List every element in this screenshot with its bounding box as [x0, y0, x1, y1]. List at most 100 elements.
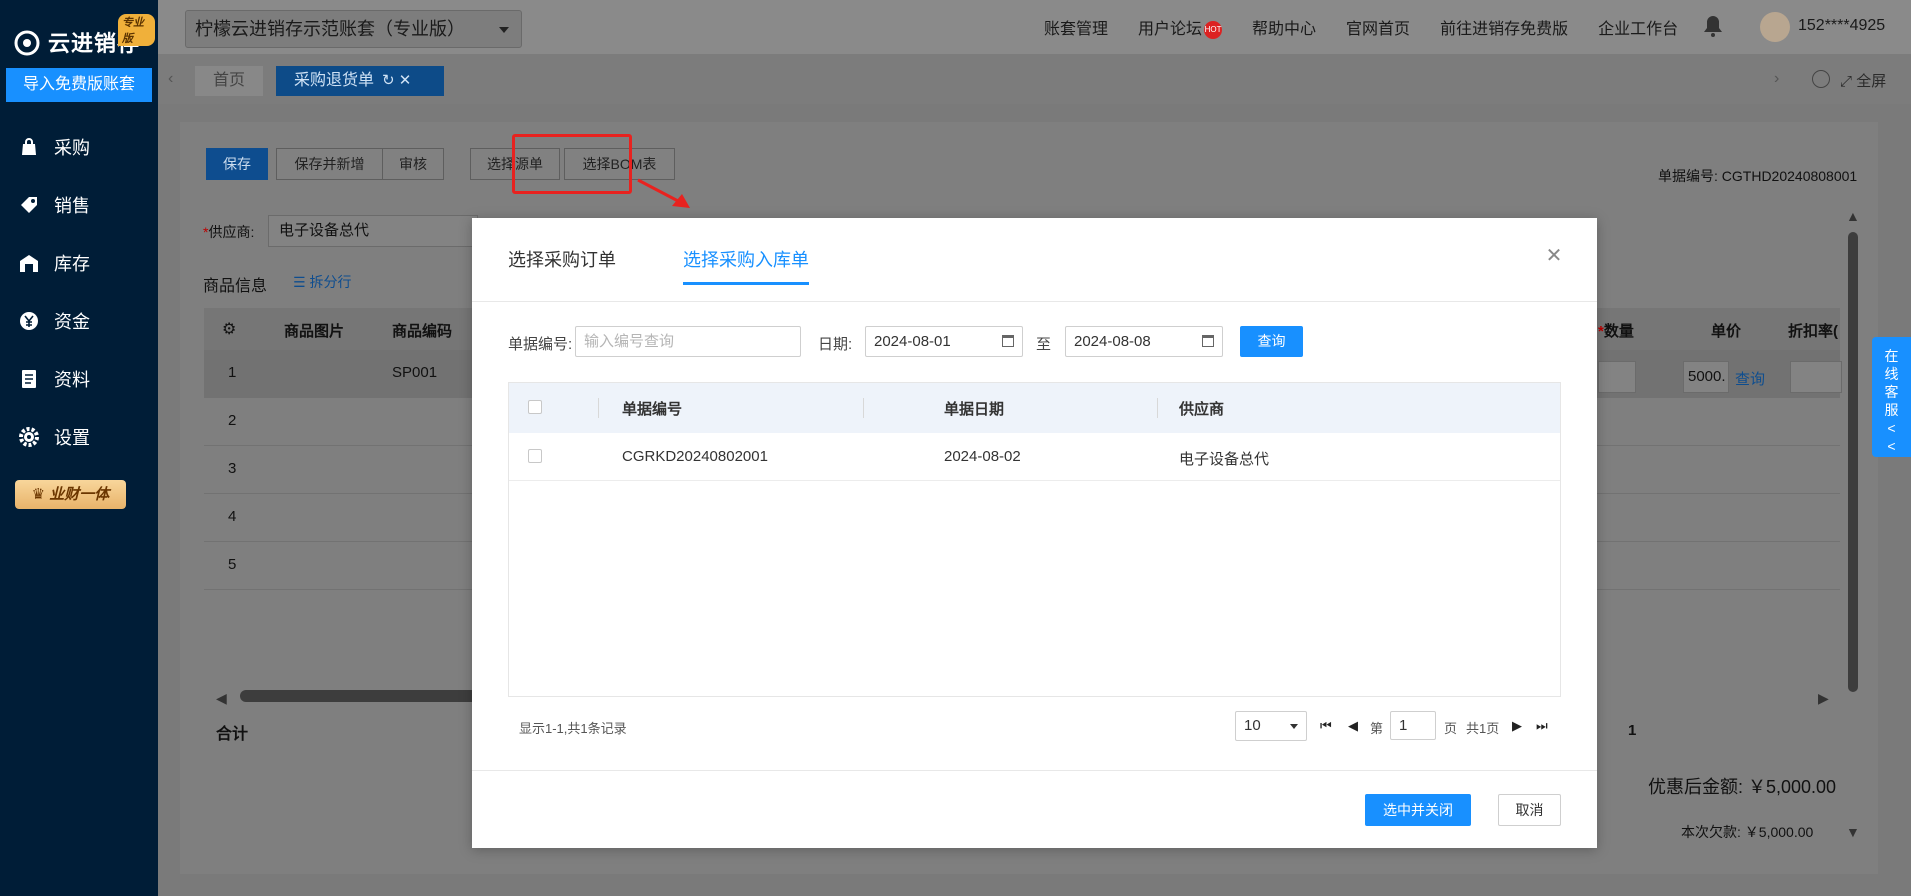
hot-badge: HOT: [1204, 20, 1223, 39]
split-row-button[interactable]: ☰ 拆分行: [293, 272, 351, 292]
supplier-input[interactable]: 电子设备总代: [268, 215, 478, 247]
row-number: 2: [228, 412, 237, 429]
row-checkbox[interactable]: [528, 449, 542, 463]
warehouse-icon: [20, 255, 38, 272]
top-link-workbench[interactable]: 企业工作台: [1598, 15, 1678, 39]
close-icon[interactable]: ✕: [399, 72, 412, 89]
tab-purchase-order[interactable]: 选择采购订单: [508, 246, 616, 282]
scroll-down-icon[interactable]: ▼: [1846, 824, 1860, 840]
vip-badge-label: 业财一体: [49, 486, 110, 503]
split-row-label: 拆分行: [309, 274, 352, 290]
total-label: 合计: [216, 726, 249, 743]
sidebar: 云进销存 专业版 导入免费版账套 采购 销售 库存 资金 资料 设置 ♛ 业财一…: [0, 0, 158, 896]
sidebar-item-inventory[interactable]: 库存: [0, 234, 158, 292]
page-size-value: 10: [1244, 717, 1261, 734]
bell-icon[interactable]: [1702, 14, 1724, 38]
horizontal-scrollbar[interactable]: [240, 690, 480, 702]
table-row[interactable]: CGRKD20240802001 2024-08-02 电子设备总代: [509, 433, 1560, 481]
top-link-help[interactable]: 帮助中心: [1252, 15, 1316, 39]
select-all-checkbox[interactable]: [528, 400, 542, 414]
cell-supplier: 电子设备总代: [1179, 451, 1270, 468]
audit-button[interactable]: 审核: [382, 148, 444, 180]
online-service-tab[interactable]: 在线客服<<: [1872, 337, 1911, 457]
col-header-image: 商品图片: [284, 323, 345, 340]
goods-section-title: 商品信息: [203, 278, 268, 295]
top-link-forum[interactable]: 用户论坛 HOT: [1138, 15, 1223, 39]
vip-badge[interactable]: ♛ 业财一体: [15, 480, 126, 509]
calendar-icon: [1002, 335, 1014, 347]
dialog-tabs: 选择采购订单 选择采购入库单 ✕: [472, 218, 1597, 302]
sidebar-item-data[interactable]: 资料: [0, 350, 158, 408]
scroll-left-icon[interactable]: ◀: [216, 690, 227, 707]
date-label: 日期:: [818, 336, 853, 353]
row-number: 3: [228, 460, 237, 477]
close-icon[interactable]: ✕: [1544, 246, 1564, 266]
column-divider: [1157, 398, 1158, 418]
col-header-price: 单价: [1711, 323, 1742, 340]
col-header-supplier: 供应商: [1179, 401, 1225, 418]
date-from-input[interactable]: 2024-08-01: [865, 326, 1023, 357]
dialog-footer-divider: [472, 770, 1597, 771]
save-button[interactable]: 保存: [206, 148, 268, 180]
supplier-label: *供应商:: [203, 224, 255, 240]
avatar[interactable]: [1760, 12, 1790, 42]
refresh-icon[interactable]: ↻: [382, 72, 395, 89]
row-code: SP001: [392, 364, 438, 381]
gear-icon[interactable]: ⚙: [222, 319, 236, 339]
vertical-scrollbar[interactable]: [1848, 232, 1858, 692]
top-bar: 柠檬云进销存示范账套（专业版） 账套管理 用户论坛 HOT 帮助中心 官网首页 前…: [158, 0, 1911, 54]
prev-page-icon[interactable]: ◀: [1348, 718, 1358, 734]
collapse-icon[interactable]: [1812, 70, 1830, 88]
price-input[interactable]: 5000.: [1683, 361, 1729, 393]
row-number: 5: [228, 556, 237, 573]
scroll-up-icon[interactable]: ▲: [1846, 208, 1860, 224]
col-header-discount: 折扣率(: [1788, 323, 1838, 340]
sidebar-item-purchase[interactable]: 采购: [0, 118, 158, 176]
next-page-icon[interactable]: ▶: [1512, 718, 1522, 734]
sidebar-item-sales[interactable]: 销售: [0, 176, 158, 234]
account-select[interactable]: 柠檬云进销存示范账套（专业版）: [185, 10, 522, 48]
owed-amount: 本次欠款: ￥5,000.00: [1681, 824, 1814, 840]
scroll-right-icon[interactable]: ▶: [1818, 690, 1829, 707]
document-icon: [22, 370, 36, 388]
cancel-button[interactable]: 取消: [1498, 794, 1561, 826]
date-to-input[interactable]: 2024-08-08: [1065, 326, 1223, 357]
chevron-right-icon[interactable]: ›: [1774, 70, 1779, 88]
tab-purchase-receipt[interactable]: 选择采购入库单: [683, 246, 809, 285]
tab-purchase-return[interactable]: 采购退货单 ↻ ✕: [276, 66, 444, 96]
fullscreen-button[interactable]: ⤢ 全屏: [1840, 70, 1886, 91]
user-phone[interactable]: 152****4925: [1798, 17, 1885, 35]
row-number: 1: [228, 364, 237, 381]
price-query-link[interactable]: 查询: [1735, 368, 1765, 389]
import-free-account-button[interactable]: 导入免费版账套: [6, 68, 152, 102]
select-and-close-button[interactable]: 选中并关闭: [1365, 794, 1471, 826]
qty-input[interactable]: [1598, 361, 1636, 393]
first-page-icon[interactable]: ⏮: [1320, 718, 1332, 734]
column-divider: [598, 398, 599, 418]
doc-no-search-input[interactable]: 输入编号查询: [575, 326, 801, 357]
annotation-arrow-icon: [637, 178, 690, 208]
fullscreen-label: 全屏: [1856, 73, 1887, 90]
sidebar-item-funds[interactable]: 资金: [0, 292, 158, 350]
logo-icon: [14, 30, 40, 56]
sidebar-item-settings[interactable]: 设置: [0, 408, 158, 466]
doc-number: 单据编号: CGTHD20240808001: [1658, 168, 1858, 184]
bag-icon: [22, 138, 36, 155]
date-from-value: 2024-08-01: [874, 333, 951, 350]
top-link-free-version[interactable]: 前往进销存免费版: [1440, 15, 1568, 39]
query-button[interactable]: 查询: [1240, 326, 1303, 357]
top-link-account-manage[interactable]: 账套管理: [1044, 15, 1108, 39]
tab-home[interactable]: 首页: [195, 66, 263, 96]
calendar-icon: [1202, 335, 1214, 347]
chevron-left-icon[interactable]: ‹: [168, 70, 173, 88]
sidebar-item-label: 资金: [54, 312, 90, 332]
page-number-input[interactable]: 1: [1390, 711, 1436, 740]
date-range-separator: 至: [1036, 336, 1052, 353]
app-logo[interactable]: 云进销存 专业版: [10, 10, 155, 60]
save-and-new-button[interactable]: 保存并新增: [276, 148, 383, 180]
page-size-select[interactable]: 10: [1235, 711, 1307, 741]
discount-input[interactable]: [1790, 361, 1842, 393]
last-page-icon[interactable]: ⏭: [1536, 718, 1548, 734]
top-link-homepage[interactable]: 官网首页: [1346, 15, 1410, 39]
yen-icon: [20, 312, 38, 330]
